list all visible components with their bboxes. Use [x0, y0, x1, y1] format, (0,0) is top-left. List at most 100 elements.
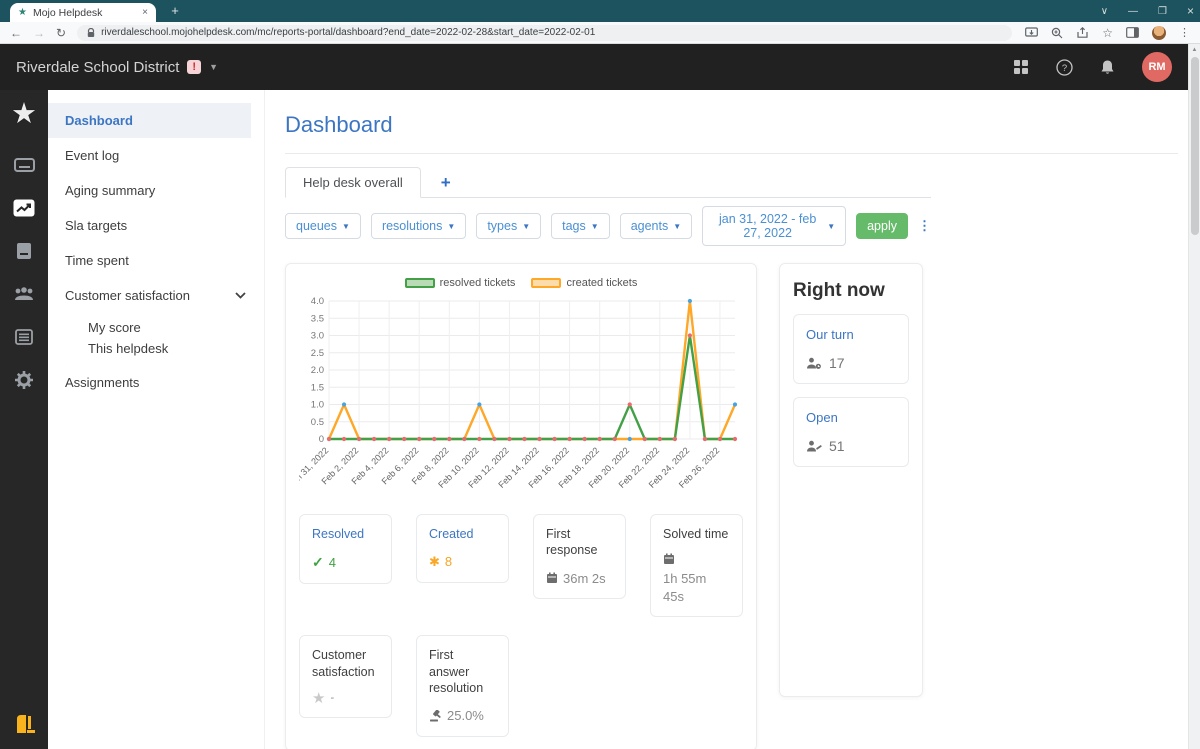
- our-turn-link[interactable]: Our turn: [806, 327, 896, 342]
- caret-down-icon: ▼: [827, 221, 836, 231]
- open-link[interactable]: Open: [806, 410, 896, 425]
- more-options-kebab-icon[interactable]: ⋮: [918, 218, 931, 234]
- our-turn-value: 17: [829, 355, 845, 371]
- book-icon[interactable]: [0, 229, 48, 272]
- browser-tab[interactable]: ★ Mojo Helpdesk ×: [10, 3, 156, 22]
- created-link[interactable]: Created: [429, 526, 496, 542]
- page-title: Dashboard: [285, 112, 393, 137]
- tab-favicon-icon: ★: [18, 6, 27, 18]
- star-logo-icon[interactable]: ★: [11, 100, 37, 129]
- apps-grid-icon[interactable]: [1013, 59, 1029, 75]
- browser-tabstrip: ★ Mojo Helpdesk × + ∨ — ❐ ×: [0, 0, 1200, 22]
- chevron-down-icon[interactable]: [235, 287, 246, 302]
- sidebar-item-customer-satisfaction[interactable]: Customer satisfaction: [48, 278, 264, 313]
- header-actions: ? RM: [1013, 52, 1172, 82]
- user-edit-icon: [807, 440, 822, 451]
- sidebar-item-dashboard[interactable]: Dashboard: [48, 103, 251, 138]
- stat-label: Solved time: [663, 527, 729, 541]
- agents-filter-button[interactable]: agents ▼: [619, 213, 693, 239]
- svg-text:0.5: 0.5: [311, 417, 324, 428]
- tab-title: Mojo Helpdesk: [32, 6, 103, 19]
- svg-text:?: ?: [1062, 63, 1067, 74]
- stat-card-first-answer-resolution: First answer resolution 25.0%: [416, 635, 509, 737]
- queues-filter-button[interactable]: queues ▼: [285, 213, 361, 239]
- types-filter-button[interactable]: types ▼: [476, 213, 542, 239]
- org-selector[interactable]: Riverdale School District ! ▼: [16, 59, 218, 76]
- url-text: riverdaleschool.mojohelpdesk.com/mc/repo…: [101, 27, 596, 38]
- apply-button[interactable]: apply: [856, 213, 908, 239]
- stat-value: 25.0%: [447, 708, 484, 724]
- new-tab-icon[interactable]: +: [167, 3, 183, 18]
- zoom-icon[interactable]: [1051, 27, 1063, 39]
- back-icon[interactable]: ←: [10, 27, 22, 39]
- reports-icon[interactable]: [0, 186, 48, 229]
- sidebar-item-this-helpdesk[interactable]: This helpdesk: [48, 338, 264, 359]
- bookmark-star-icon[interactable]: ☆: [1102, 26, 1113, 40]
- lock-icon: [87, 27, 95, 37]
- gear-icon[interactable]: [0, 358, 48, 401]
- forward-icon[interactable]: →: [33, 27, 45, 39]
- legend-resolved: resolved tickets: [404, 277, 515, 289]
- browser-profile-avatar[interactable]: [1152, 25, 1166, 40]
- svg-text:3.0: 3.0: [311, 331, 324, 342]
- chrome-menu-chevron-icon[interactable]: ∨: [1101, 6, 1108, 17]
- svg-text:4.0: 4.0: [311, 296, 324, 307]
- close-icon[interactable]: ×: [1187, 4, 1194, 18]
- scrollbar-up-arrow-icon[interactable]: ▲: [1189, 44, 1200, 56]
- open-value: 51: [829, 438, 845, 454]
- stat-value: 8: [444, 554, 453, 570]
- side-panel-icon[interactable]: [1126, 27, 1139, 38]
- date-range-button[interactable]: jan 31, 2022 - feb 27, 2022 ▼: [702, 206, 847, 246]
- mojo-door-logo-icon: [11, 710, 37, 741]
- sidebar-item-assignments[interactable]: Assignments: [48, 365, 264, 400]
- tags-filter-button[interactable]: tags ▼: [551, 213, 610, 239]
- add-dashboard-tab-button[interactable]: +: [441, 174, 451, 191]
- filter-label: queues: [296, 219, 338, 233]
- sidebar: Dashboard Event log Aging summary Sla ta…: [48, 90, 265, 749]
- stat-card-resolved: Resolved ✓ 4: [299, 514, 392, 585]
- stat-card-first-response: First response 36m 2s: [533, 514, 626, 600]
- minimize-icon[interactable]: —: [1128, 6, 1138, 17]
- stat-card-solved-time: Solved time 1h 55m 45s: [650, 514, 743, 618]
- users-icon[interactable]: [0, 272, 48, 315]
- sidebar-item-sla-targets[interactable]: Sla targets: [48, 208, 264, 243]
- toolbar-icons: ☆ ⋮: [1025, 25, 1190, 40]
- created-swatch-icon: [531, 278, 562, 288]
- legend-label: created tickets: [566, 277, 638, 289]
- install-icon[interactable]: [1025, 26, 1039, 39]
- content-row: resolved tickets created tickets 0 0.5 1.0…: [285, 263, 1188, 749]
- share-icon[interactable]: [1076, 26, 1089, 39]
- calendar-icon: [664, 553, 674, 565]
- caret-down-icon: ▼: [447, 221, 456, 231]
- url-bar[interactable]: riverdaleschool.mojohelpdesk.com/mc/repo…: [77, 24, 1013, 41]
- help-icon[interactable]: ?: [1056, 58, 1073, 76]
- sidebar-item-event-log[interactable]: Event log: [48, 138, 264, 173]
- sidebar-item-my-score[interactable]: My score: [48, 317, 264, 338]
- date-range-label: jan 31, 2022 - feb 27, 2022: [719, 212, 817, 240]
- sidebar-item-aging-summary[interactable]: Aging summary: [48, 173, 264, 208]
- user-avatar[interactable]: RM: [1142, 52, 1172, 82]
- maximize-icon[interactable]: ❐: [1158, 6, 1167, 17]
- org-caret-down-icon: ▼: [209, 62, 218, 72]
- page-scrollbar[interactable]: ▲: [1188, 44, 1200, 749]
- stat-card-created: Created ✱ 8: [416, 514, 509, 583]
- browser-kebab-icon[interactable]: ⋮: [1179, 26, 1190, 39]
- caret-down-icon: ▼: [590, 221, 599, 231]
- scrollbar-thumb[interactable]: [1191, 57, 1199, 235]
- svg-text:1.5: 1.5: [311, 382, 324, 393]
- chart-card: resolved tickets created tickets 0 0.5 1.0…: [285, 263, 757, 749]
- tab-close-icon[interactable]: ×: [142, 7, 148, 18]
- sidebar-item-time-spent[interactable]: Time spent: [48, 243, 264, 278]
- svg-text:1.0: 1.0: [311, 400, 324, 411]
- tab-help-desk-overall[interactable]: Help desk overall: [285, 167, 421, 198]
- stat-label: Customer satisfaction: [312, 648, 375, 679]
- bell-icon[interactable]: [1100, 59, 1115, 76]
- tickets-icon[interactable]: [0, 143, 48, 186]
- org-name: Riverdale School District: [16, 58, 180, 76]
- stat-value: 36m 2s: [563, 570, 606, 586]
- refresh-icon[interactable]: ↻: [56, 27, 66, 39]
- list-icon[interactable]: [0, 315, 48, 358]
- resolutions-filter-button[interactable]: resolutions ▼: [370, 213, 467, 239]
- right-now-panel: Right now Our turn 17 Open 51: [779, 263, 923, 697]
- resolved-link[interactable]: Resolved: [312, 526, 379, 542]
